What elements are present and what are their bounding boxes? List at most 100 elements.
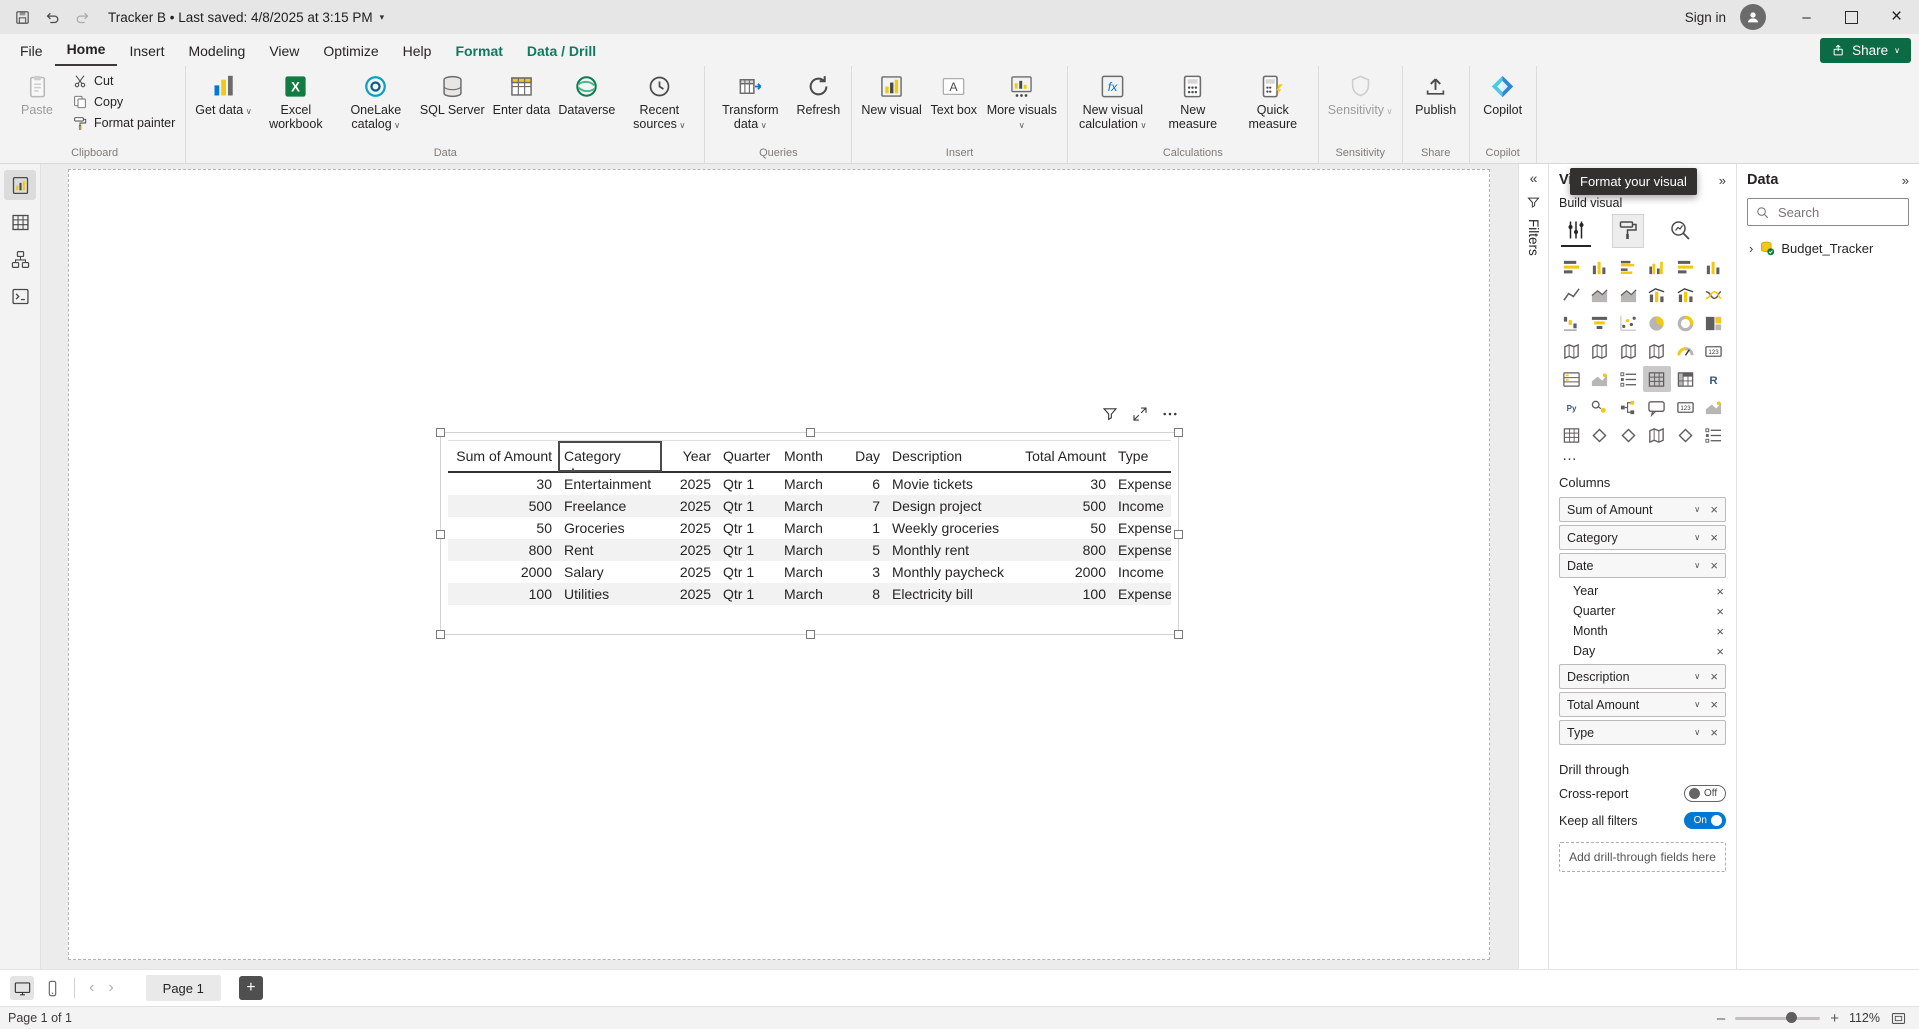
more-options-icon[interactable]	[1161, 405, 1179, 423]
search-input[interactable]	[1776, 204, 1901, 221]
visual-type-clustered-column-chart[interactable]	[1643, 254, 1671, 280]
table-view-button[interactable]	[4, 207, 36, 237]
drill-through-dropzone[interactable]: Add drill-through fields here	[1559, 842, 1726, 872]
visual-type-waterfall-chart[interactable]	[1557, 310, 1585, 336]
selection-handle[interactable]	[806, 630, 815, 639]
table-cell[interactable]: Expense	[1112, 583, 1171, 605]
table-cell[interactable]: Salary	[558, 561, 662, 583]
visual-type-slicer-new[interactable]	[1700, 422, 1728, 448]
visual-type-q-and-a[interactable]	[1643, 394, 1671, 420]
field-dropdown-icon[interactable]: ∨	[1694, 671, 1700, 682]
expand-filters-icon[interactable]: «	[1530, 170, 1538, 186]
table-cell[interactable]: Income	[1112, 561, 1171, 583]
visual-type-line-chart[interactable]	[1557, 282, 1585, 308]
table-cell[interactable]: Design project	[886, 495, 1012, 517]
table-cell[interactable]: Electricity bill	[886, 583, 1012, 605]
account-avatar[interactable]	[1740, 4, 1766, 30]
remove-field-icon[interactable]: ×	[1716, 645, 1724, 658]
table-cell[interactable]: Movie tickets	[886, 472, 1012, 495]
ribbon-refresh-button[interactable]: Refresh	[790, 69, 846, 117]
visual-type-stacked-bar-chart[interactable]	[1557, 254, 1585, 280]
toggle-keep-all-filters[interactable]: On	[1684, 812, 1726, 829]
selection-handle[interactable]	[436, 428, 445, 437]
ribbon-text-box-button[interactable]: AText box	[926, 69, 982, 117]
maximize-button[interactable]	[1829, 0, 1874, 34]
table-cell[interactable]: Qtr 1	[717, 495, 778, 517]
visual-type-clustered-bar-chart[interactable]	[1614, 254, 1642, 280]
visual-type-azure-map[interactable]	[1643, 338, 1671, 364]
visual-type-scatter-chart[interactable]	[1614, 310, 1642, 336]
selection-handle[interactable]	[436, 530, 445, 539]
table-cell[interactable]: 2025	[662, 561, 717, 583]
fit-to-page-icon[interactable]	[1890, 1010, 1907, 1027]
table-cell[interactable]: 800	[1012, 539, 1112, 561]
field-quarter[interactable]: Quarter×	[1573, 601, 1724, 621]
ribbon-format-painter-button[interactable]: Format painter	[69, 114, 178, 132]
table-cell[interactable]: 5	[837, 539, 886, 561]
field-dropdown-icon[interactable]: ∨	[1694, 532, 1700, 543]
table-cell[interactable]: 3	[837, 561, 886, 583]
visual-type-slicer[interactable]	[1614, 366, 1642, 392]
ribbon-dataverse-button[interactable]: Dataverse	[554, 69, 619, 117]
visual-type-power-apps[interactable]	[1586, 422, 1614, 448]
column-header-description[interactable]: Description	[886, 441, 1012, 473]
visual-type-pie-chart[interactable]	[1643, 310, 1671, 336]
visual-type-100-stacked-column-chart[interactable]	[1700, 254, 1728, 280]
table-cell[interactable]: March	[778, 472, 837, 495]
more-visual-options[interactable]: …	[1549, 448, 1736, 463]
ribbon-tab-format[interactable]: Format	[443, 37, 514, 66]
ribbon-quick-measure-button[interactable]: Quick measure	[1233, 69, 1313, 132]
filters-pane-collapsed[interactable]: « Filters	[1518, 164, 1548, 969]
visual-type-metrics[interactable]	[1700, 394, 1728, 420]
visual-type-line-and-stacked-column-chart[interactable]	[1643, 282, 1671, 308]
zoom-in-button[interactable]: +	[1830, 1010, 1839, 1027]
table-cell[interactable]: 100	[448, 583, 558, 605]
toggle-cross-report[interactable]: Off	[1684, 785, 1726, 802]
table-cell[interactable]: 6	[837, 472, 886, 495]
column-header-sum-of-amount[interactable]: Sum of Amount	[448, 441, 558, 473]
table-cell[interactable]: Groceries	[558, 517, 662, 539]
selection-handle[interactable]	[806, 428, 815, 437]
data-model-item[interactable]: › Budget_Tracker	[1737, 233, 1919, 263]
table-cell[interactable]: Qtr 1	[717, 472, 778, 495]
table-cell[interactable]: Qtr 1	[717, 517, 778, 539]
table-cell[interactable]: 30	[448, 472, 558, 495]
ribbon-tab-data-drill[interactable]: Data / Drill	[515, 37, 608, 66]
mobile-layout-button[interactable]	[40, 976, 64, 1000]
visual-type-area-chart[interactable]	[1586, 282, 1614, 308]
visual-type-funnel-chart[interactable]	[1586, 310, 1614, 336]
ribbon-recent-sources-button[interactable]: Recent sources ∨	[619, 69, 699, 132]
visual-type-treemap[interactable]	[1700, 310, 1728, 336]
table-cell[interactable]: Weekly groceries	[886, 517, 1012, 539]
remove-field-icon[interactable]: ×	[1710, 698, 1718, 711]
zoom-out-button[interactable]: –	[1717, 1010, 1725, 1027]
column-header-day[interactable]: Day	[837, 441, 886, 473]
ribbon-onelake-catalog-button[interactable]: OneLake catalog ∨	[336, 69, 416, 132]
table-cell[interactable]: Rent	[558, 539, 662, 561]
ribbon-tab-insert[interactable]: Insert	[117, 37, 176, 66]
remove-field-icon[interactable]: ×	[1716, 585, 1724, 598]
ribbon-enter-data-button[interactable]: Enter data	[489, 69, 555, 117]
visual-type-matrix[interactable]	[1671, 366, 1699, 392]
remove-field-icon[interactable]: ×	[1710, 726, 1718, 739]
focus-mode-icon[interactable]	[1131, 405, 1149, 423]
table-cell[interactable]: 50	[448, 517, 558, 539]
table-cell[interactable]: 7	[837, 495, 886, 517]
remove-field-icon[interactable]: ×	[1716, 625, 1724, 638]
visual-type-r-script-visual[interactable]: R	[1700, 366, 1728, 392]
table-cell[interactable]: Expense	[1112, 517, 1171, 539]
field-dropdown-icon[interactable]: ∨	[1694, 560, 1700, 571]
report-canvas[interactable]: Sum of AmountCategory▲YearQuarterMonthDa…	[41, 164, 1518, 969]
dax-query-view-button[interactable]	[4, 281, 36, 311]
visual-type-shape-map[interactable]	[1614, 338, 1642, 364]
table-cell[interactable]: 2025	[662, 539, 717, 561]
report-view-button[interactable]	[4, 170, 36, 200]
column-header-total-amount[interactable]: Total Amount	[1012, 441, 1112, 473]
visual-type-stacked-column-chart[interactable]	[1586, 254, 1614, 280]
table-cell[interactable]: Expense	[1112, 472, 1171, 495]
visual-type-key-influencers[interactable]	[1586, 394, 1614, 420]
ribbon-new-visual-button[interactable]: New visual	[857, 69, 925, 117]
visual-type-donut-chart[interactable]	[1671, 310, 1699, 336]
ribbon-excel-workbook-button[interactable]: XExcel workbook	[256, 69, 336, 132]
table-cell[interactable]: 2025	[662, 517, 717, 539]
